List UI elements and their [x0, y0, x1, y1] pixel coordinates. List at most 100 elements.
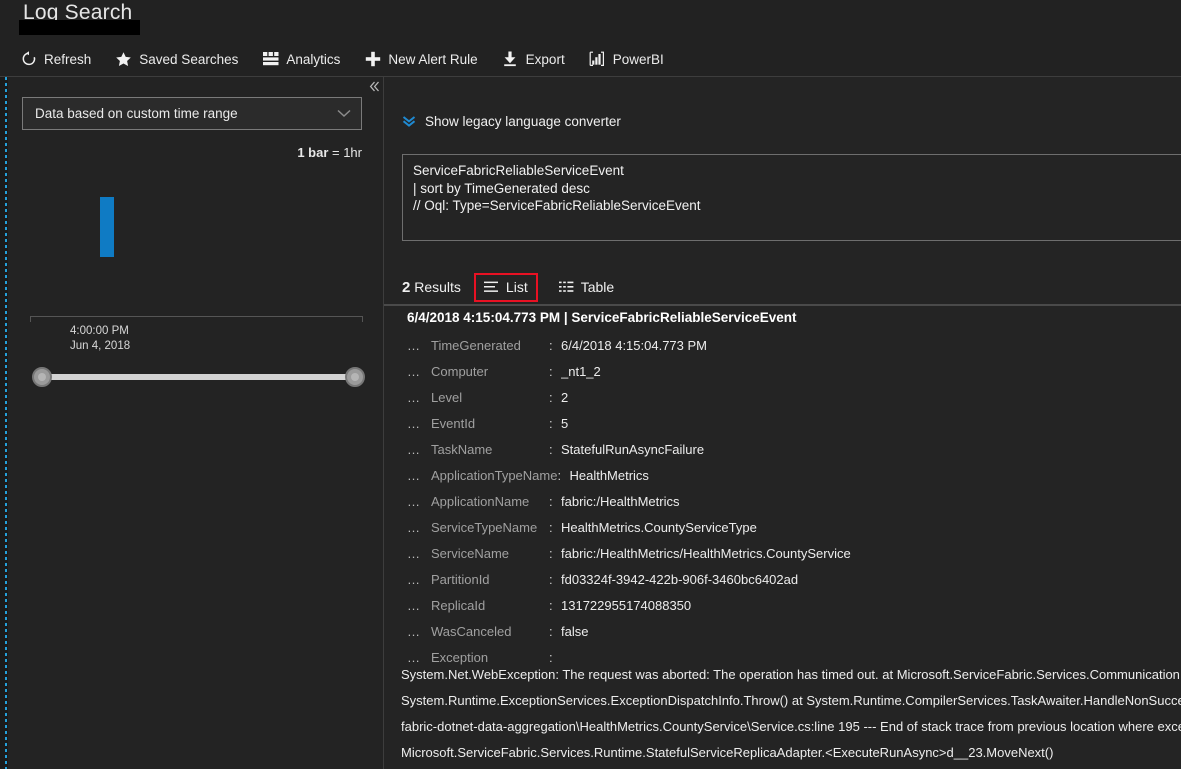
selection-accent-line	[5, 77, 7, 769]
field-name: ApplicationName	[431, 493, 530, 509]
powerbi-button[interactable]: PowerBI	[589, 45, 674, 73]
show-legacy-converter-label: Show legacy language converter	[425, 114, 621, 129]
redacted-subtitle-bar	[19, 20, 140, 35]
histogram-bar[interactable]	[100, 197, 114, 257]
plus-icon	[364, 51, 381, 68]
record-field-row: … ApplicationTypeName: HealthMetrics	[407, 462, 1181, 488]
field-actions-ellipsis-icon[interactable]: …	[407, 442, 431, 457]
axis-tick-time: 4:00:00 PM	[70, 325, 129, 337]
record-field-row: … TaskName: StatefulRunAsyncFailure	[407, 436, 1181, 462]
field-actions-ellipsis-icon[interactable]: …	[407, 390, 431, 405]
saved-searches-button[interactable]: Saved Searches	[115, 45, 248, 73]
chevron-double-down-icon	[402, 115, 416, 128]
field-separator: :	[549, 415, 553, 431]
record-field-row: … ApplicationName: fabric:/HealthMetrics	[407, 488, 1181, 514]
field-value: HealthMetrics	[569, 467, 649, 483]
analytics-button[interactable]: Analytics	[262, 45, 350, 73]
list-icon	[483, 281, 499, 293]
time-range-slider[interactable]	[32, 367, 365, 387]
powerbi-label: PowerBI	[612, 51, 664, 67]
field-name: PartitionId	[431, 571, 490, 587]
field-name: TimeGenerated	[431, 337, 521, 353]
tab-table-label: Table	[580, 279, 615, 295]
record-header: 6/4/2018 4:15:04.773 PM | ServiceFabricR…	[407, 310, 797, 325]
field-actions-ellipsis-icon[interactable]: …	[407, 468, 431, 483]
field-name: ApplicationTypeName	[431, 467, 558, 483]
field-actions-ellipsis-icon[interactable]: …	[407, 338, 431, 353]
slider-handle-dot	[351, 373, 359, 381]
refresh-label: Refresh	[44, 51, 92, 67]
field-value: false	[561, 623, 589, 639]
histogram-axis	[30, 316, 363, 322]
field-separator: :	[549, 519, 553, 535]
powerbi-icon	[589, 51, 606, 68]
field-separator: :	[549, 571, 553, 587]
record-field-row: … ReplicaId:131722955174088350	[407, 592, 1181, 618]
field-separator: :	[549, 545, 553, 561]
query-editor[interactable]: ServiceFabricReliableServiceEvent | sort…	[402, 154, 1181, 241]
results-count-label: Results	[410, 278, 461, 295]
field-value: fabric:/HealthMetrics/HealthMetrics.Coun…	[561, 545, 851, 561]
collapse-panel-button[interactable]	[365, 79, 383, 99]
tab-list-label: List	[505, 279, 528, 295]
record-field-row: … WasCanceled: false	[407, 618, 1181, 644]
field-separator: :	[549, 363, 553, 379]
field-name: WasCanceled	[431, 623, 512, 639]
field-actions-ellipsis-icon[interactable]: …	[407, 624, 431, 639]
analytics-icon	[262, 51, 279, 68]
stack-trace-line: System.Net.WebException: The request was…	[401, 667, 1181, 682]
new-alert-rule-label: New Alert Rule	[388, 51, 478, 67]
axis-tick-date: Jun 4, 2018	[70, 340, 131, 352]
time-histogram[interactable]	[30, 172, 365, 257]
analytics-label: Analytics	[286, 51, 341, 67]
slider-handle-start[interactable]	[32, 367, 52, 387]
record-field-row: … ServiceTypeName: HealthMetrics.CountySer…	[407, 514, 1181, 540]
show-legacy-converter-toggle[interactable]: Show legacy language converter	[402, 114, 621, 129]
field-actions-ellipsis-icon[interactable]: …	[407, 572, 431, 587]
command-toolbar: Refresh Saved Searches Analytics New Ale…	[20, 44, 688, 74]
record-field-row: … Computer: _nt1_2	[407, 358, 1181, 384]
field-name: ReplicaId	[431, 597, 486, 613]
record-field-row: … PartitionId: fd03324f-3942-422b-906f-346…	[407, 566, 1181, 592]
field-value: fd03324f-3942-422b-906f-3460bc6402ad	[561, 571, 799, 587]
tab-table-view[interactable]: Table	[551, 273, 622, 302]
app-header: Log Search Refresh Saved Searches Analyt…	[0, 0, 1181, 77]
time-range-panel: Data based on custom time range 1 bar = …	[8, 77, 383, 769]
field-actions-ellipsis-icon[interactable]: …	[407, 520, 431, 535]
query-results-panel: Show legacy language converter ServiceFa…	[384, 77, 1181, 769]
field-actions-ellipsis-icon[interactable]: …	[407, 546, 431, 561]
field-separator: :	[549, 337, 553, 353]
results-count: 2 Results	[402, 279, 461, 296]
field-actions-ellipsis-icon[interactable]: …	[407, 494, 431, 509]
field-name: Level	[431, 389, 463, 405]
time-range-select[interactable]: Data based on custom time range	[22, 97, 362, 130]
field-value: 6/4/2018 4:15:04.773 PM	[561, 337, 708, 353]
field-value: 2	[561, 389, 569, 405]
field-value: 5	[561, 415, 569, 431]
record-field-row: … Level:2	[407, 384, 1181, 410]
field-actions-ellipsis-icon[interactable]: …	[407, 364, 431, 379]
tab-list-view[interactable]: List	[473, 272, 538, 302]
export-button[interactable]: Export	[502, 45, 575, 73]
refresh-icon	[20, 51, 37, 68]
field-name: EventId	[431, 415, 476, 431]
field-name: Computer	[431, 363, 489, 379]
stack-trace-line: System.Runtime.ExceptionServices.Excepti…	[401, 693, 1181, 708]
bar-legend-bold: 1 bar	[297, 145, 329, 160]
record-field-list: … TimeGenerated:6/4/2018 4:15:04.773 PM… C…	[407, 332, 1181, 670]
new-alert-rule-button[interactable]: New Alert Rule	[364, 45, 487, 73]
field-separator: :	[549, 389, 553, 405]
field-value: HealthMetrics.CountyServiceType	[561, 519, 757, 535]
refresh-button[interactable]: Refresh	[20, 45, 101, 73]
field-value: StatefulRunAsyncFailure	[561, 441, 705, 457]
field-actions-ellipsis-icon[interactable]: …	[407, 598, 431, 613]
time-range-select-value: Data based on custom time range	[35, 106, 238, 121]
record-field-row: … TimeGenerated:6/4/2018 4:15:04.773 PM	[407, 332, 1181, 358]
slider-track[interactable]	[40, 374, 357, 380]
bar-legend-rest: = 1hr	[328, 145, 362, 160]
field-actions-ellipsis-icon[interactable]: …	[407, 416, 431, 431]
record-field-row: … EventId:5	[407, 410, 1181, 436]
field-separator: :	[557, 467, 562, 483]
slider-handle-end[interactable]	[345, 367, 365, 387]
star-icon	[115, 51, 132, 68]
